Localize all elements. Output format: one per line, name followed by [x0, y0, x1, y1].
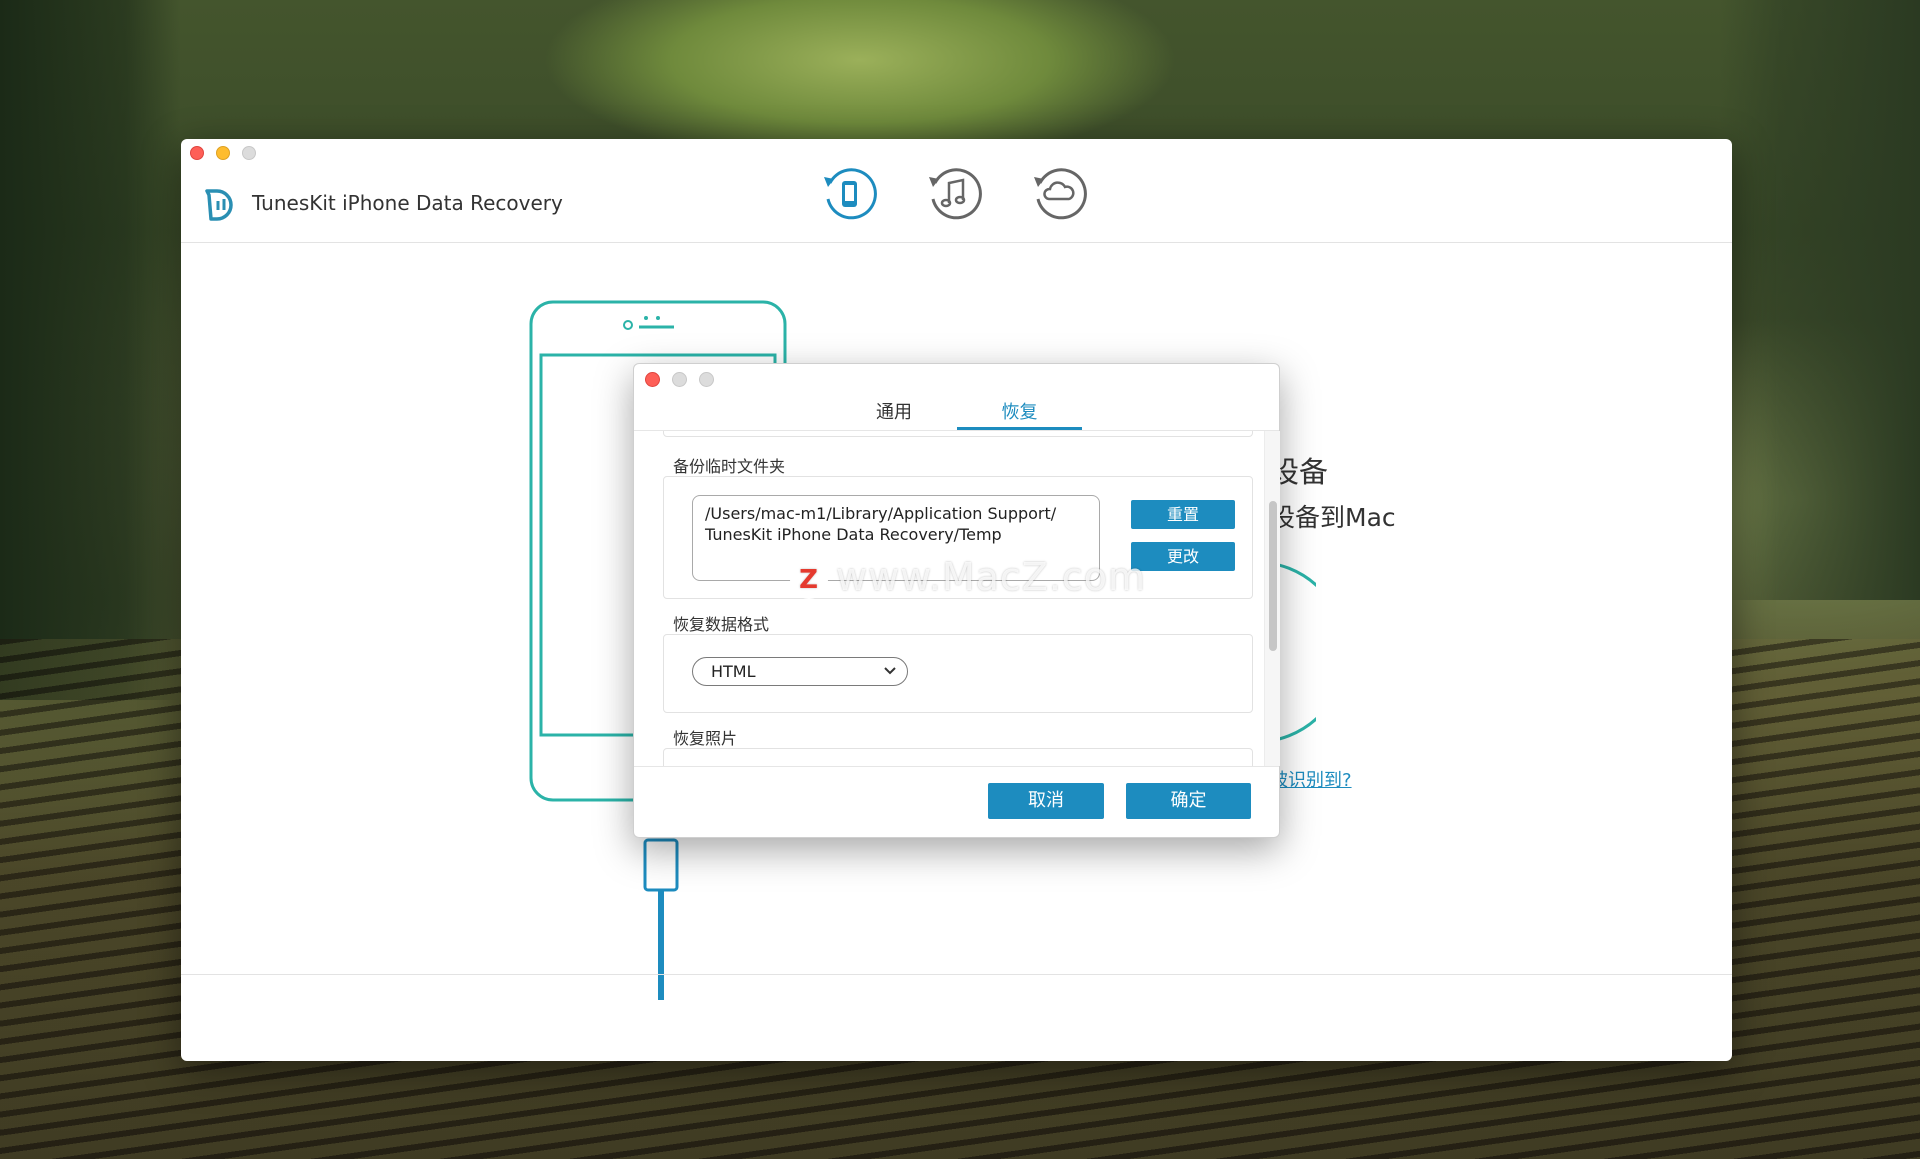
- tab-general[interactable]: 通用: [854, 398, 934, 430]
- window-controls: [190, 146, 256, 160]
- app-header: TunesKit iPhone Data Recovery: [181, 139, 1732, 243]
- recover-format-label: 恢复数据格式: [673, 615, 770, 634]
- recover-from-device-button[interactable]: [818, 163, 880, 225]
- phone-recover-icon: [824, 168, 877, 220]
- watermark-logo-icon: Z: [790, 560, 828, 599]
- zoom-window-button[interactable]: [242, 146, 256, 160]
- preferences-tabs: 通用 恢复: [634, 398, 1279, 430]
- tuneskit-logo-icon: [205, 189, 233, 221]
- tab-recover[interactable]: 恢复: [957, 398, 1082, 430]
- recover-format-select[interactable]: HTML: [692, 657, 908, 686]
- chevron-down-icon: [884, 667, 896, 675]
- dialog-zoom-button: [699, 372, 714, 387]
- watermark: Zwww.MacZ.com: [790, 555, 1146, 599]
- recover-format-value: HTML: [711, 662, 756, 681]
- scrollbar-thumb[interactable]: [1269, 501, 1277, 651]
- reset-path-button[interactable]: 重置: [1131, 500, 1235, 529]
- background-trees-right: [1720, 0, 1920, 600]
- ok-button[interactable]: 确定: [1126, 783, 1251, 819]
- app-title: TunesKit iPhone Data Recovery: [252, 191, 563, 215]
- dialog-footer-divider: [634, 766, 1279, 767]
- device-not-recognized-link[interactable]: 被识别到?: [1270, 766, 1352, 792]
- recover-from-icloud-button[interactable]: [1028, 163, 1090, 225]
- background-trees-left: [0, 0, 180, 700]
- recover-photos-label: 恢复照片: [673, 729, 738, 748]
- close-window-button[interactable]: [190, 146, 204, 160]
- music-recover-icon: [929, 168, 982, 220]
- backup-temp-folder-label: 备份临时文件夹: [673, 457, 786, 476]
- preferences-dialog: 通用 恢复 备份临时文件夹 /Users/mac-m1/Library/Appl…: [633, 363, 1280, 838]
- dialog-close-button[interactable]: [645, 372, 660, 387]
- settings-scrollbar[interactable]: [1264, 431, 1280, 766]
- change-path-button[interactable]: 更改: [1131, 542, 1235, 571]
- previous-section-box: [663, 431, 1253, 437]
- app-footer: [181, 974, 1732, 1061]
- dialog-minimize-button: [672, 372, 687, 387]
- recover-format-box: HTML: [663, 634, 1253, 713]
- connect-subheading: 设备到Mac: [1270, 503, 1396, 532]
- watermark-text: www.MacZ.com: [836, 555, 1147, 599]
- dialog-window-controls: [645, 372, 714, 387]
- recover-photos-box: [663, 748, 1253, 766]
- cancel-button[interactable]: 取消: [988, 783, 1104, 819]
- recover-from-itunes-button[interactable]: [923, 163, 985, 225]
- minimize-window-button[interactable]: [216, 146, 230, 160]
- cloud-recover-icon: [1034, 168, 1087, 220]
